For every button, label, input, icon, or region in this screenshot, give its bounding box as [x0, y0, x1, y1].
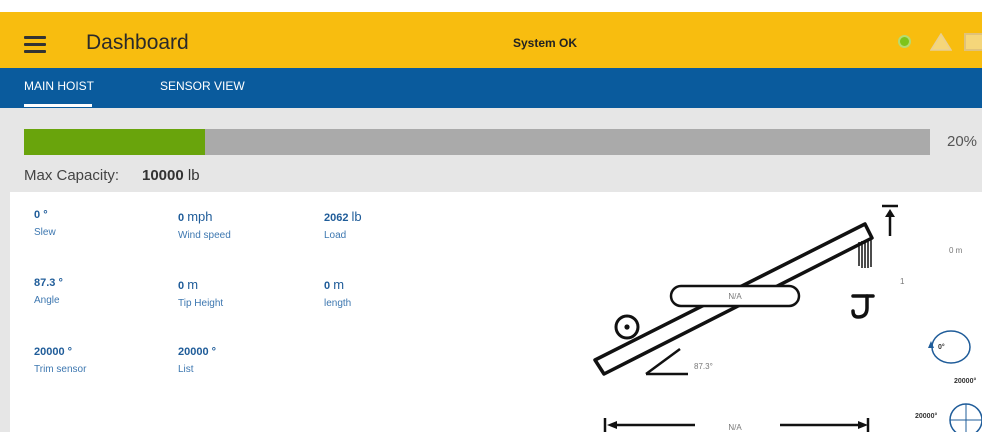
system-status-text: System OK — [513, 36, 578, 50]
hamburger-menu-icon[interactable] — [24, 34, 48, 54]
tab-main-hoist[interactable]: MAIN HOIST — [24, 79, 94, 93]
capacity-percent: 20% — [947, 133, 978, 150]
alert-square-icon[interactable] — [964, 33, 982, 51]
height-arrow-icon — [882, 204, 898, 236]
metric-length: 0 m length — [324, 277, 352, 309]
side-mark-label: 1 — [900, 277, 905, 286]
trim-indicator-label: 20000° — [954, 377, 976, 385]
hook-icon — [851, 294, 875, 319]
metric-tip-height: 0 m Tip Height — [178, 277, 224, 309]
metric-wind-speed: 0 mph Wind speed — [178, 209, 231, 241]
active-tab-indicator — [24, 104, 92, 107]
metric-slew: 0 ° Slew — [34, 209, 56, 238]
capacity-progress-fill — [24, 129, 206, 155]
status-ok-indicator-icon[interactable] — [898, 35, 911, 48]
capacity-panel: 20% Max Capacity: 10000 lb — [0, 108, 982, 192]
list-indicator-label: 20000° — [915, 412, 937, 420]
capacity-progress-bar — [24, 129, 930, 155]
metric-list: 20000 ° List — [178, 346, 217, 375]
metric-load: 2062 lb Load — [324, 209, 362, 241]
boom-angle-marker — [645, 347, 688, 376]
radius-label: N/A — [728, 423, 742, 432]
metric-trim-sensor: 20000 ° Trim sensor — [34, 346, 87, 375]
max-capacity-label: Max Capacity: — [24, 167, 120, 184]
boom-angle-label: 87.3° — [694, 362, 713, 371]
boom-length-label: N/A — [728, 292, 742, 301]
warning-triangle-icon[interactable] — [930, 33, 952, 51]
tab-sensor-view[interactable]: SENSOR VIEW — [160, 79, 245, 93]
crane-diagram: 87.3° N/A 1 0 m 0° 20000° 20000° N/A — [593, 204, 982, 432]
page-title: Dashboard — [86, 31, 189, 54]
max-capacity-value: 10000 lb — [142, 167, 200, 184]
metric-angle: 87.3 ° Angle — [34, 277, 63, 306]
slew-indicator-label: 0° — [938, 343, 945, 351]
tab-bar: MAIN HOIST SENSOR VIEW — [0, 68, 982, 108]
tip-height-label: 0 m — [949, 246, 963, 255]
left-edge-strip — [0, 192, 10, 432]
app-header: Dashboard System OK — [0, 0, 982, 68]
